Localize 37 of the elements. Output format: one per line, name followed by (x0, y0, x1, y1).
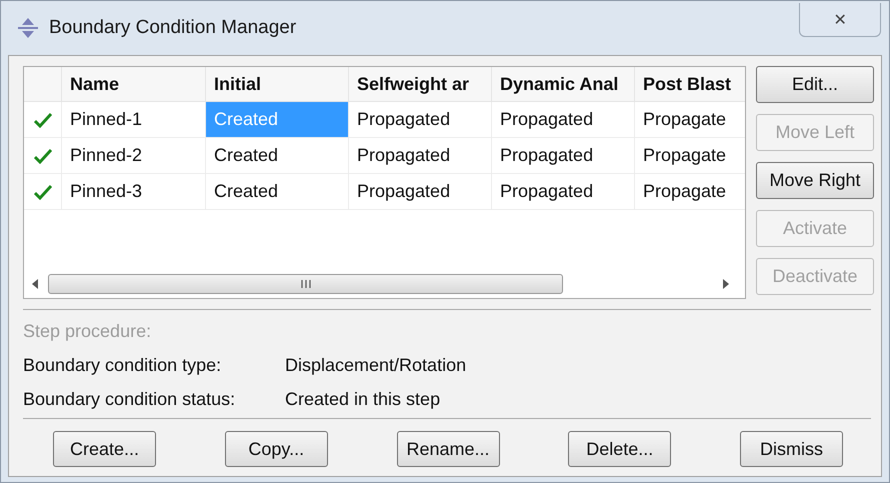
column-header[interactable]: Initial (206, 67, 349, 102)
table-cell[interactable]: Propagated (349, 138, 492, 174)
field-value: Created in this step (285, 388, 440, 410)
dialog-button[interactable]: Copy... (224, 431, 328, 467)
table-cell[interactable]: Propagate (635, 138, 745, 174)
column-header[interactable]: Selfweight ar (349, 67, 492, 102)
side-button[interactable]: Move Right (756, 162, 874, 199)
table-cell[interactable]: Propagated (492, 138, 635, 174)
field-label: Boundary condition type: (23, 354, 222, 376)
column-header[interactable]: Name (62, 67, 206, 102)
dialog-button[interactable]: Rename... (396, 431, 500, 467)
window-title: Boundary Condition Manager (49, 17, 296, 39)
dialog-button[interactable]: Delete... (568, 431, 672, 467)
scrollbar-thumb[interactable] (48, 274, 563, 294)
dialog-button[interactable]: Create... (53, 431, 156, 467)
table-cell[interactable]: Propagate (635, 174, 745, 210)
right-arrow-icon[interactable] (721, 278, 731, 290)
side-button[interactable]: Edit... (756, 66, 874, 103)
close-button[interactable]: ✕ (799, 3, 881, 37)
column-header[interactable]: Dynamic Anal (492, 67, 635, 102)
table-cell[interactable]: Propagated (492, 174, 635, 210)
column-header[interactable]: Post Blast (635, 67, 745, 102)
grip-icon (300, 279, 312, 289)
field-label: Step procedure: (23, 320, 152, 342)
table-cell[interactable]: Created (206, 138, 349, 174)
dialog-button[interactable]: Dismiss (740, 431, 843, 467)
left-arrow-icon[interactable] (30, 278, 40, 290)
table-cell[interactable]: Propagated (349, 174, 492, 210)
table-cell[interactable]: Pinned-2 (62, 138, 206, 174)
field-value: Displacement/Rotation (285, 354, 466, 376)
table-cell[interactable]: Pinned-3 (62, 174, 206, 210)
table-cell[interactable]: Propagate (635, 102, 745, 138)
field-label: Boundary condition status: (23, 388, 236, 410)
table-cell[interactable]: Propagated (349, 102, 492, 138)
table-cell[interactable]: Propagated (492, 102, 635, 138)
app-icon (17, 17, 39, 39)
table-cell[interactable]: Created (206, 174, 349, 210)
